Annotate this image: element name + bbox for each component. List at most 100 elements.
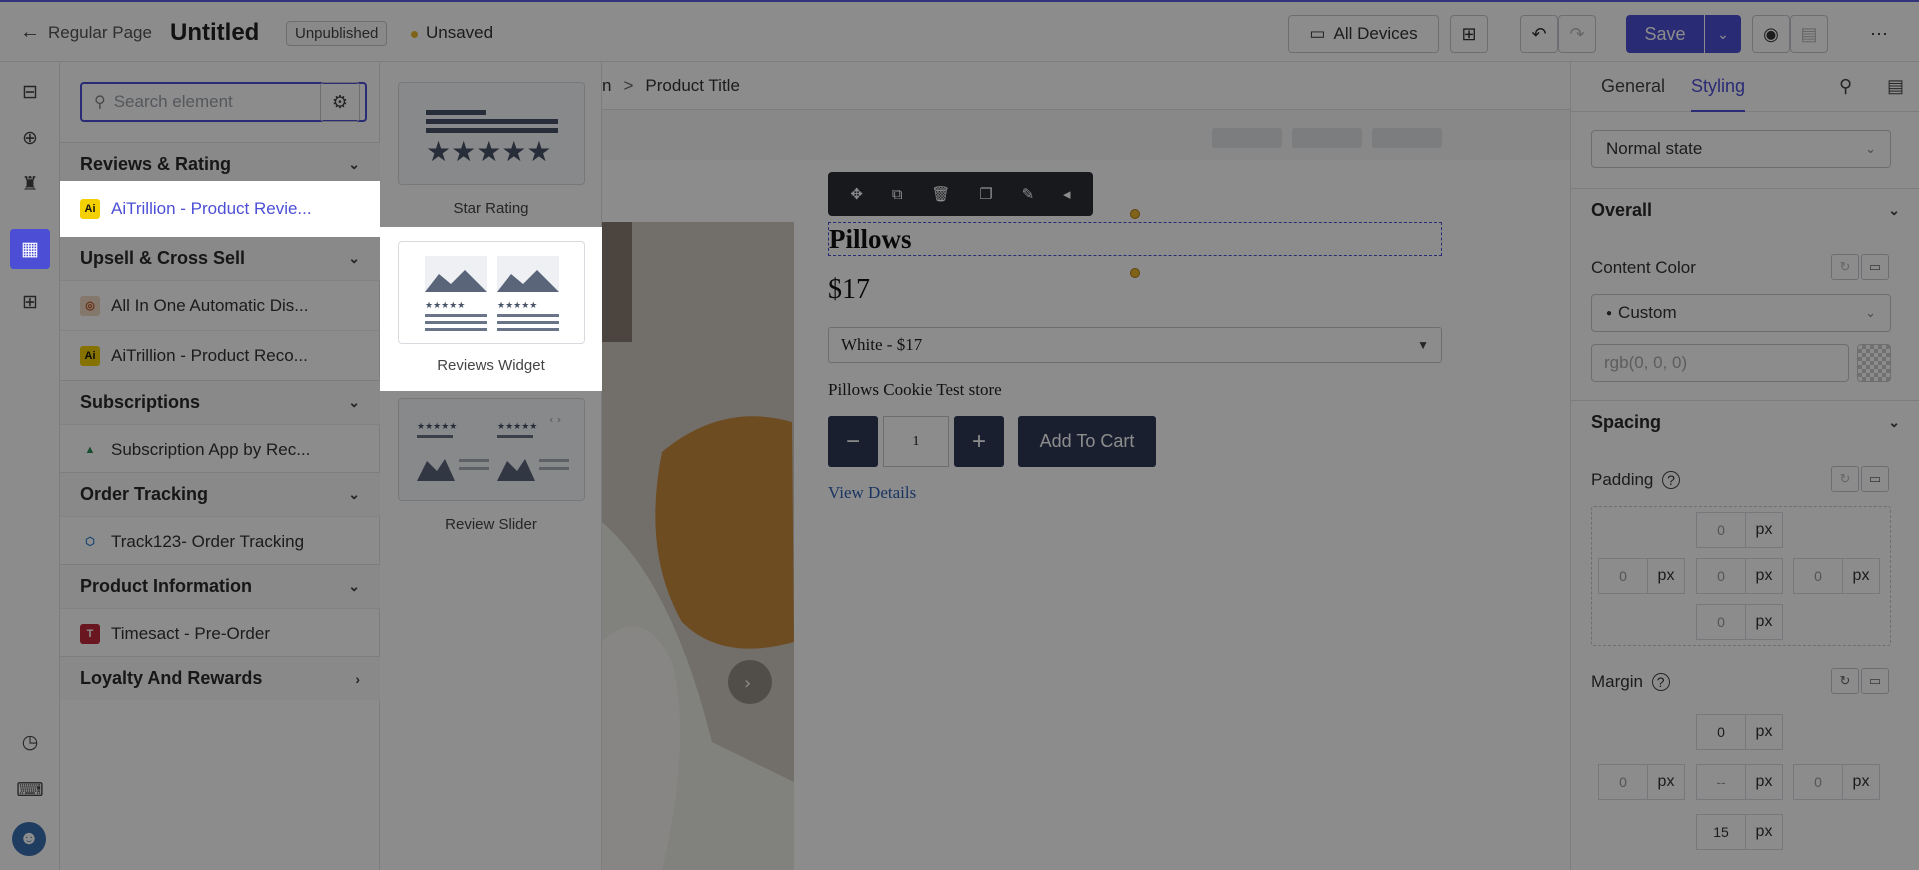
page-title[interactable]: Untitled [170,19,259,47]
reviews-widget-highlight[interactable]: ★★★★★ ★★★★★ Reviews Widget [380,227,602,391]
section-overall[interactable]: Overall ⌄ [1571,188,1919,232]
document-icon[interactable]: ▤ [1887,76,1904,97]
padding-bottom-input[interactable]: 0 [1696,604,1746,640]
add-to-cart-button[interactable]: Add To Cart [1018,416,1156,467]
panel-settings-button[interactable]: ⚙ [320,82,360,122]
margin-left-unit[interactable]: px [1647,764,1685,800]
variant-select[interactable]: White - $17 ▼ [828,327,1442,363]
code-terminal-icon[interactable]: ⌨ [14,774,46,806]
star-rating-card[interactable]: ★★★★★ [398,82,585,185]
reset-icon[interactable]: ↻ [1831,254,1859,280]
category-reviews-rating[interactable]: Reviews & Rating ⌄ [60,142,380,186]
list-item-track123[interactable]: ⬡ Track123- Order Tracking [60,516,380,566]
unsaved-dot-icon [411,31,418,38]
section-spacing[interactable]: Spacing ⌄ [1571,400,1919,444]
margin-right-unit[interactable]: px [1842,764,1880,800]
product-title[interactable]: Pillows [828,222,1442,256]
margin-center-unit[interactable]: px [1745,764,1783,800]
increase-qty-button[interactable]: + [954,416,1004,467]
padding-right-input[interactable]: 0 [1793,558,1843,594]
list-item-all-in-one[interactable]: ◎ All In One Automatic Dis... [60,280,380,330]
svg-text:★★★★★: ★★★★★ [417,422,457,432]
inspector-search-icon[interactable]: ⚲ [1839,76,1852,97]
color-value-input[interactable]: rgb(0, 0, 0) [1591,344,1849,382]
quantity-input[interactable]: 1 [883,416,949,467]
category-subscriptions[interactable]: Subscriptions ⌄ [60,380,380,424]
desktop-icon[interactable]: ▭ [1861,466,1889,492]
product-image[interactable]: › [602,222,794,870]
tab-styling[interactable]: Styling [1691,76,1746,112]
padding-center-input[interactable]: 0 [1696,558,1746,594]
reviews-widget-card-highlight[interactable]: ★★★★★ ★★★★★ [398,241,585,344]
view-details-link[interactable]: View Details [828,483,916,503]
avatar[interactable]: ☻ [12,822,46,856]
tab-general[interactable]: General [1601,76,1665,97]
help-icon[interactable]: ? [1662,471,1680,489]
review-slider-card[interactable]: ★★★★★ ★★★★★ ‹ › [398,398,585,501]
margin-top-input[interactable]: 0 [1696,714,1746,750]
duplicate-icon[interactable]: ⧉ [892,186,903,203]
save-options-button[interactable]: ⌄ [1705,15,1741,53]
product-price[interactable]: $17 [828,274,870,306]
widgets-icon[interactable]: ⊞ [14,286,46,318]
padding-bottom-unit[interactable]: px [1745,604,1783,640]
chevron-down-icon: ⌄ [348,578,360,594]
category-order-tracking[interactable]: Order Tracking ⌄ [60,472,380,516]
redo-button[interactable]: ↷ [1558,15,1596,53]
layers-icon[interactable]: ⊟ [14,76,46,108]
copy-icon[interactable]: ❐ [979,185,992,203]
state-select[interactable]: Normal state ⌄ [1591,130,1891,168]
margin-right-input[interactable]: 0 [1793,764,1843,800]
history-icon[interactable]: ◷ [14,726,46,758]
padding-left-input[interactable]: 0 [1598,558,1648,594]
color-mode-select[interactable]: ● Custom ⌄ [1591,294,1891,332]
store-name[interactable]: Pillows Cookie Test store [828,380,1002,400]
list-item-timesact[interactable]: T Timesact - Pre-Order [60,608,380,658]
margin-center-input[interactable]: -- [1696,764,1746,800]
chevron-down-icon: ⌄ [348,156,360,172]
margin-left-input[interactable]: 0 [1598,764,1648,800]
back-arrow-icon[interactable]: ← [20,21,40,44]
reset-icon[interactable]: ↻ [1831,466,1859,492]
category-upsell[interactable]: Upsell & Cross Sell ⌄ [60,236,380,280]
resize-handle-bottom[interactable] [1130,268,1140,278]
margin-bottom-unit[interactable]: px [1745,814,1783,850]
desktop-icon[interactable]: ▭ [1861,254,1889,280]
list-item-aitrillion-reco[interactable]: Ai AiTrillion - Product Reco... [60,330,380,380]
paint-icon[interactable]: ✎ [1022,185,1035,203]
padding-right-unit[interactable]: px [1842,558,1880,594]
device-selector-button[interactable]: ▭ All Devices [1288,15,1439,53]
apps-grid-icon-highlight[interactable]: ▦ [10,229,50,269]
decrease-qty-button[interactable]: − [828,416,878,467]
publish-button[interactable]: ▤ [1790,15,1828,53]
page-settings-button[interactable]: ⊞ [1450,15,1488,53]
breadcrumb-prev[interactable]: n [602,76,611,96]
move-icon[interactable]: ✥ [850,185,863,203]
category-product-info[interactable]: Product Information ⌄ [60,564,380,608]
margin-top-unit[interactable]: px [1745,714,1783,750]
add-element-icon[interactable]: ⊕ [14,122,46,154]
more-options-button[interactable]: ⋯ [1860,15,1898,53]
category-loyalty[interactable]: Loyalty And Rewards › [60,656,380,700]
padding-center-unit[interactable]: px [1745,558,1783,594]
shopify-icon[interactable]: ♜ [14,168,46,200]
preview-button[interactable]: ◉ [1752,15,1790,53]
undo-button[interactable]: ↶ [1520,15,1558,53]
padding-left-unit[interactable]: px [1647,558,1685,594]
page-type-label[interactable]: Regular Page [48,23,152,43]
resize-handle-top[interactable] [1130,209,1140,219]
search-input[interactable] [113,92,334,112]
margin-bottom-input[interactable]: 15 [1696,814,1746,850]
transparency-swatch[interactable] [1857,344,1891,382]
desktop-icon[interactable]: ▭ [1861,668,1889,694]
padding-top-unit[interactable]: px [1745,512,1783,548]
list-item-subscription-app[interactable]: ▲ Subscription App by Rec... [60,424,380,474]
padding-top-input[interactable]: 0 [1696,512,1746,548]
collapse-left-icon[interactable]: ◂ [1063,185,1071,203]
list-item-aitrillion-reviews-highlight[interactable]: Ai AiTrillion - Product Revie... [60,181,380,237]
help-icon[interactable]: ? [1651,673,1670,691]
margin-label-text: Margin [1591,672,1643,691]
save-button[interactable]: Save [1626,15,1704,53]
trash-icon[interactable]: 🗑 [931,185,950,203]
reset-icon[interactable]: ↻ [1831,668,1859,694]
